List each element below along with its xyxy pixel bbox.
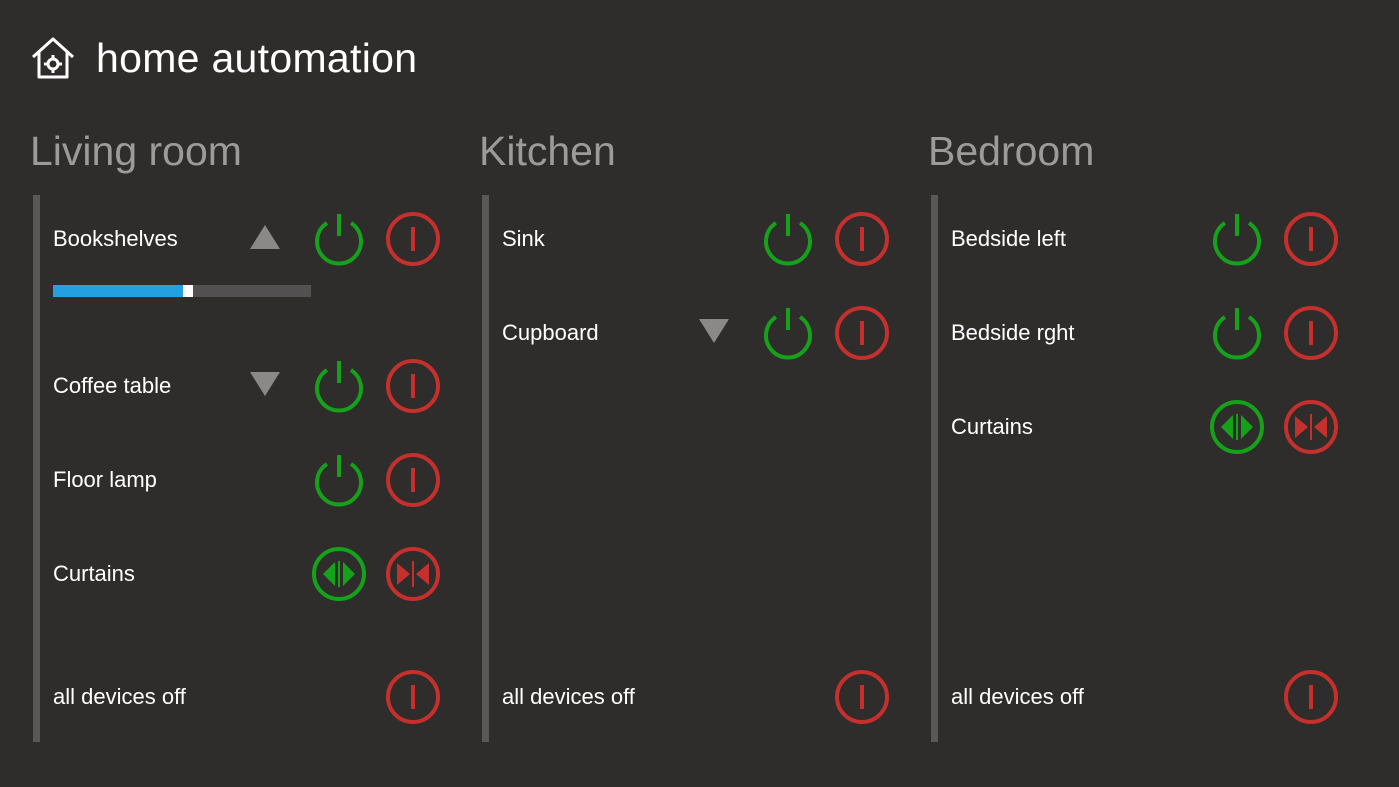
app-header: home automation bbox=[30, 30, 417, 86]
device-row-all-off: all devices off bbox=[30, 667, 450, 727]
off-icon bbox=[1284, 212, 1338, 266]
curtain-close-icon bbox=[1284, 400, 1338, 454]
power-icon bbox=[315, 361, 363, 413]
bookshelves-on-button[interactable] bbox=[310, 210, 368, 268]
all-devices-off-label: all devices off bbox=[53, 684, 186, 709]
device-row-all-off: all devices off bbox=[479, 667, 899, 727]
power-icon bbox=[1213, 308, 1261, 360]
curtains-open-button[interactable] bbox=[1208, 398, 1266, 456]
device-label: Curtains bbox=[53, 561, 135, 586]
power-icon bbox=[315, 455, 363, 507]
slider-thumb[interactable] bbox=[183, 285, 193, 297]
off-icon bbox=[835, 306, 889, 360]
bookshelves-off-button[interactable] bbox=[384, 210, 442, 268]
slider-fill bbox=[53, 285, 183, 297]
bookshelves-dimmer-slider[interactable] bbox=[53, 285, 311, 297]
sink-off-button[interactable] bbox=[833, 210, 891, 268]
off-icon bbox=[386, 212, 440, 266]
curtain-open-icon bbox=[1210, 400, 1264, 454]
device-row-curtains: Curtains bbox=[30, 544, 450, 604]
curtains-close-button[interactable] bbox=[1282, 398, 1340, 456]
device-row-floor-lamp: Floor lamp bbox=[30, 450, 450, 510]
power-icon bbox=[764, 308, 812, 360]
curtain-close-icon bbox=[386, 547, 440, 601]
device-label: Floor lamp bbox=[53, 467, 157, 492]
room-divider bbox=[931, 195, 938, 742]
room-divider bbox=[482, 195, 489, 742]
device-row-all-off: all devices off bbox=[928, 667, 1348, 727]
cupboard-off-button[interactable] bbox=[833, 304, 891, 362]
bedside-left-off-button[interactable] bbox=[1282, 210, 1340, 268]
living-room-all-off-button[interactable] bbox=[384, 668, 442, 726]
coffee-table-on-button[interactable] bbox=[310, 357, 368, 415]
room-title: Kitchen bbox=[479, 128, 616, 174]
kitchen-all-off-button[interactable] bbox=[833, 668, 891, 726]
device-row-bedside-right: Bedside rght bbox=[928, 303, 1348, 363]
device-label: Bedside rght bbox=[951, 320, 1075, 345]
room-title: Bedroom bbox=[928, 128, 1095, 174]
cupboard-on-button[interactable] bbox=[759, 304, 817, 362]
curtains-open-button[interactable] bbox=[310, 545, 368, 603]
device-label: Coffee table bbox=[53, 373, 172, 398]
power-icon bbox=[1213, 214, 1261, 266]
bedside-right-on-button[interactable] bbox=[1208, 304, 1266, 362]
off-icon bbox=[835, 212, 889, 266]
off-icon bbox=[1284, 306, 1338, 360]
bedside-left-on-button[interactable] bbox=[1208, 210, 1266, 268]
device-row-bedside-left: Bedside left bbox=[928, 209, 1348, 269]
arrow-down-icon[interactable] bbox=[248, 369, 282, 399]
curtain-open-icon bbox=[312, 547, 366, 601]
all-devices-off-label: all devices off bbox=[951, 684, 1084, 709]
coffee-table-off-button[interactable] bbox=[384, 357, 442, 415]
device-row-coffee-table: Coffee table bbox=[30, 356, 450, 416]
device-row-sink: Sink bbox=[479, 209, 899, 269]
off-icon bbox=[386, 670, 440, 724]
device-row-curtains: Curtains bbox=[928, 397, 1348, 457]
floor-lamp-off-button[interactable] bbox=[384, 451, 442, 509]
floor-lamp-on-button[interactable] bbox=[310, 451, 368, 509]
device-label: Bookshelves bbox=[53, 226, 178, 251]
bedroom-all-off-button[interactable] bbox=[1282, 668, 1340, 726]
app-title: home automation bbox=[96, 34, 418, 81]
curtains-close-button[interactable] bbox=[384, 545, 442, 603]
device-label: Curtains bbox=[951, 414, 1033, 439]
off-icon bbox=[386, 453, 440, 507]
room-kitchen: Kitchen Sink Cupboard all devices off bbox=[479, 120, 899, 750]
home-icon bbox=[30, 35, 76, 81]
device-row-cupboard: Cupboard bbox=[479, 303, 899, 363]
power-icon bbox=[764, 214, 812, 266]
all-devices-off-label: all devices off bbox=[502, 684, 635, 709]
device-label: Sink bbox=[502, 226, 545, 251]
off-icon bbox=[835, 670, 889, 724]
off-icon bbox=[386, 359, 440, 413]
off-icon bbox=[1284, 670, 1338, 724]
bedside-right-off-button[interactable] bbox=[1282, 304, 1340, 362]
arrow-down-icon[interactable] bbox=[697, 316, 731, 346]
device-label: Bedside left bbox=[951, 226, 1066, 251]
sink-on-button[interactable] bbox=[759, 210, 817, 268]
power-icon bbox=[315, 214, 363, 266]
device-row-bookshelves: Bookshelves bbox=[30, 209, 450, 269]
arrow-up-icon[interactable] bbox=[248, 222, 282, 252]
room-title: Living room bbox=[30, 128, 242, 174]
device-label: Cupboard bbox=[502, 320, 599, 345]
room-living-room: Living room Bookshelves Coffee table Flo… bbox=[30, 120, 450, 750]
room-bedroom: Bedroom Bedside left Bedside rght Curtai… bbox=[928, 120, 1348, 750]
